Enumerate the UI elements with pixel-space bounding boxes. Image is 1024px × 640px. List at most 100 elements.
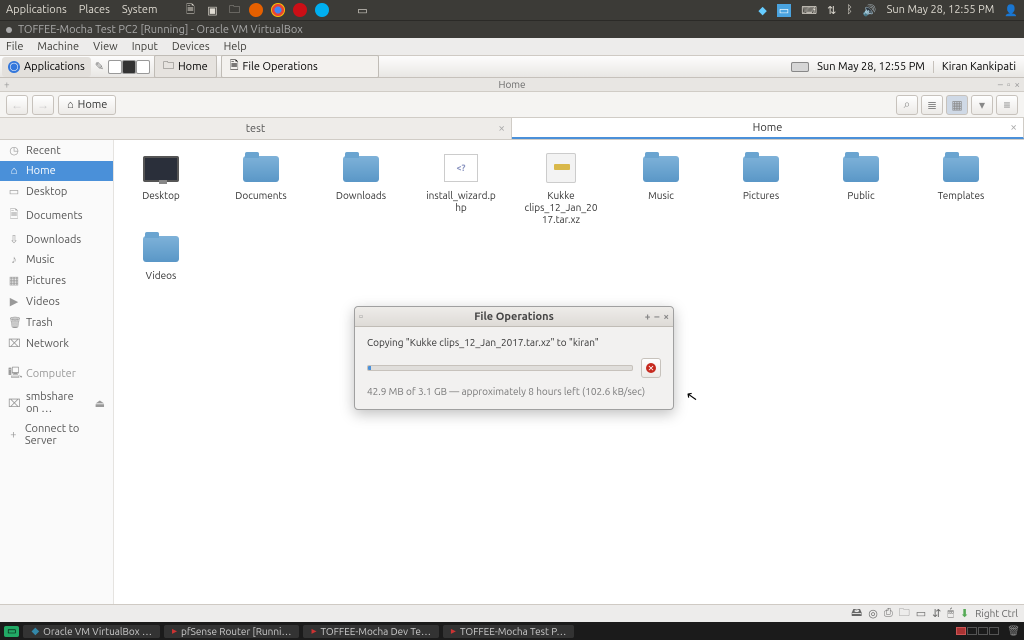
menu-icon: ≡: [1003, 98, 1010, 112]
tab-close-icon[interactable]: ×: [1010, 121, 1017, 134]
nav-back-button[interactable]: ←: [6, 95, 28, 115]
desktop-icon: ▭: [8, 185, 20, 198]
window-minimize-icon[interactable]: –: [998, 79, 1003, 91]
path-bar-home[interactable]: ⌂ Home: [58, 95, 116, 115]
cancel-copy-button[interactable]: ✕: [641, 358, 661, 378]
tray-network-icon[interactable]: ⇅: [827, 4, 836, 17]
host-menu-applications[interactable]: Applications: [6, 4, 67, 16]
vb-hd-icon[interactable]: 🖴: [851, 604, 862, 623]
host-clock[interactable]: Sun May 28, 12:55 PM: [887, 4, 995, 16]
vm-menu-help[interactable]: Help: [224, 41, 247, 53]
dialog-close-icon[interactable]: ×: [663, 311, 669, 322]
tray-monitor-icon[interactable]: ▭: [777, 4, 791, 17]
item-public[interactable]: Public: [824, 152, 898, 226]
sidebar-item-documents[interactable]: 🗎Documents: [0, 202, 113, 229]
opera-icon[interactable]: [293, 3, 307, 17]
firefox-icon[interactable]: [249, 3, 263, 17]
window-close-icon[interactable]: ×: [1014, 79, 1020, 91]
new-tab-icon[interactable]: +: [4, 79, 10, 90]
dialog-expand-icon[interactable]: +: [645, 311, 651, 322]
taskbar-virtualbox[interactable]: ◆Oracle VM VirtualBox …: [23, 625, 159, 638]
chrome-icon[interactable]: [271, 3, 285, 17]
quick-icon-1[interactable]: [108, 60, 122, 74]
window-maximize-icon[interactable]: ▫: [1007, 79, 1011, 91]
item-music[interactable]: Music: [624, 152, 698, 226]
vb-usb-icon[interactable]: ⎙: [884, 607, 893, 620]
vm-menu-file[interactable]: File: [6, 41, 23, 53]
sidebar-item-connect-server[interactable]: +Connect to Server: [0, 419, 113, 451]
vb-mouse-icon[interactable]: 🖱: [947, 607, 954, 620]
guest-user-menu[interactable]: Kiran Kankipati: [933, 61, 1024, 73]
tray-volume-icon[interactable]: 🔊: [863, 4, 877, 17]
quick-icon-2[interactable]: [122, 60, 136, 74]
vb-net-icon[interactable]: ⇵: [932, 607, 941, 620]
list-icon: ≣: [927, 98, 937, 112]
vb-cd-icon[interactable]: ◎: [868, 607, 878, 620]
eject-icon[interactable]: ⏏: [95, 397, 105, 410]
item-documents[interactable]: Documents: [224, 152, 298, 226]
view-dropdown-button[interactable]: ▾: [971, 95, 993, 115]
files-icon[interactable]: 🗀: [227, 3, 241, 17]
terminal-icon[interactable]: ▣: [205, 3, 219, 17]
sidebar-item-trash[interactable]: 🗑Trash: [0, 312, 113, 333]
hamburger-button[interactable]: ≡: [996, 95, 1018, 115]
edit-icon[interactable]: ✎: [95, 60, 104, 73]
tray-app-icon[interactable]: ◆: [758, 4, 766, 17]
sidebar-item-computer[interactable]: 🖳Computer: [0, 360, 113, 387]
trash-panel-icon[interactable]: 🗑: [1007, 626, 1020, 637]
host-menu-places[interactable]: Places: [79, 4, 110, 16]
sidebar-item-home[interactable]: ⌂Home: [0, 161, 113, 181]
view-list-button[interactable]: ≣: [921, 95, 943, 115]
item-install-wizard-php[interactable]: <?install_wizard.php: [424, 152, 498, 226]
vm-menu-view[interactable]: View: [93, 41, 118, 53]
view-grid-button[interactable]: ▦: [946, 95, 968, 115]
sidebar-item-pictures[interactable]: ▦Pictures: [0, 270, 113, 291]
vm-menu-input[interactable]: Input: [132, 41, 158, 53]
item-videos[interactable]: Videos: [124, 232, 198, 282]
tab-close-icon[interactable]: ×: [498, 122, 505, 135]
vb-share-icon[interactable]: 🗀: [899, 604, 910, 623]
sidebar-item-smbshare[interactable]: ⌧smbshare on …⏏: [0, 387, 113, 419]
vb-display-icon[interactable]: ▭: [916, 607, 926, 620]
window-list-icon[interactable]: ▭: [355, 3, 369, 17]
host-menu-system[interactable]: System: [122, 4, 158, 16]
sidebar-item-downloads[interactable]: ⇩Downloads: [0, 229, 113, 250]
editor-icon[interactable]: 🗎: [183, 3, 197, 17]
sidebar-item-videos[interactable]: ▶Videos: [0, 291, 113, 312]
taskbar-toffee-dev[interactable]: ▸TOFFEE-Mocha Dev Te…: [303, 625, 438, 638]
tab-home[interactable]: Home×: [512, 118, 1024, 139]
skype-icon[interactable]: [315, 3, 329, 17]
tray-keyboard-icon[interactable]: ⌨: [801, 4, 817, 17]
taskbar-home[interactable]: 🗀 Home: [154, 55, 217, 78]
tray-user-icon[interactable]: 👤: [1004, 4, 1018, 17]
vm-menu-machine[interactable]: Machine: [37, 41, 79, 53]
sidebar-item-recent[interactable]: ◷Recent: [0, 140, 113, 161]
sidebar-item-desktop[interactable]: ▭Desktop: [0, 181, 113, 202]
tab-test[interactable]: test×: [0, 118, 512, 139]
item-kukke-archive[interactable]: Kukke clips_12_Jan_2017.tar.xz: [524, 152, 598, 226]
show-desktop-icon[interactable]: ▭: [4, 626, 19, 637]
tray-bluetooth-icon[interactable]: ᛒ: [846, 4, 853, 16]
workspace-switcher[interactable]: [956, 627, 999, 635]
vbox-icon: ◆: [31, 626, 39, 637]
item-pictures[interactable]: Pictures: [724, 152, 798, 226]
item-downloads[interactable]: Downloads: [324, 152, 398, 226]
vb-capture-icon[interactable]: ⬇: [960, 607, 969, 620]
item-desktop[interactable]: Desktop: [124, 152, 198, 226]
item-templates[interactable]: Templates: [924, 152, 998, 226]
taskbar-pfsense[interactable]: ▸pfSense Router [Runni…: [164, 625, 300, 638]
guest-applications-button[interactable]: ◯ Applications: [2, 57, 91, 77]
sidebar-item-music[interactable]: ♪Music: [0, 250, 113, 270]
dialog-minimize-icon[interactable]: –: [654, 311, 659, 322]
search-button[interactable]: ⌕: [896, 95, 918, 115]
vm-menu-devices[interactable]: Devices: [172, 41, 210, 53]
dialog-titlebar[interactable]: ▫ File Operations + – ×: [355, 307, 673, 327]
taskbar-toffee-test[interactable]: ▸TOFFEE-Mocha Test P…: [443, 625, 574, 638]
nav-forward-button[interactable]: →: [32, 95, 54, 115]
sidebar-item-network[interactable]: ⌧Network: [0, 333, 113, 354]
copying-label: Copying "Kukke clips_12_Jan_2017.tar.xz"…: [367, 337, 661, 348]
minimize-all-button[interactable]: [791, 62, 809, 72]
guest-clock[interactable]: Sun May 28, 12:55 PM: [809, 61, 933, 73]
quick-icon-3[interactable]: [136, 60, 150, 74]
taskbar-file-operations[interactable]: 🗎 File Operations: [221, 55, 379, 78]
